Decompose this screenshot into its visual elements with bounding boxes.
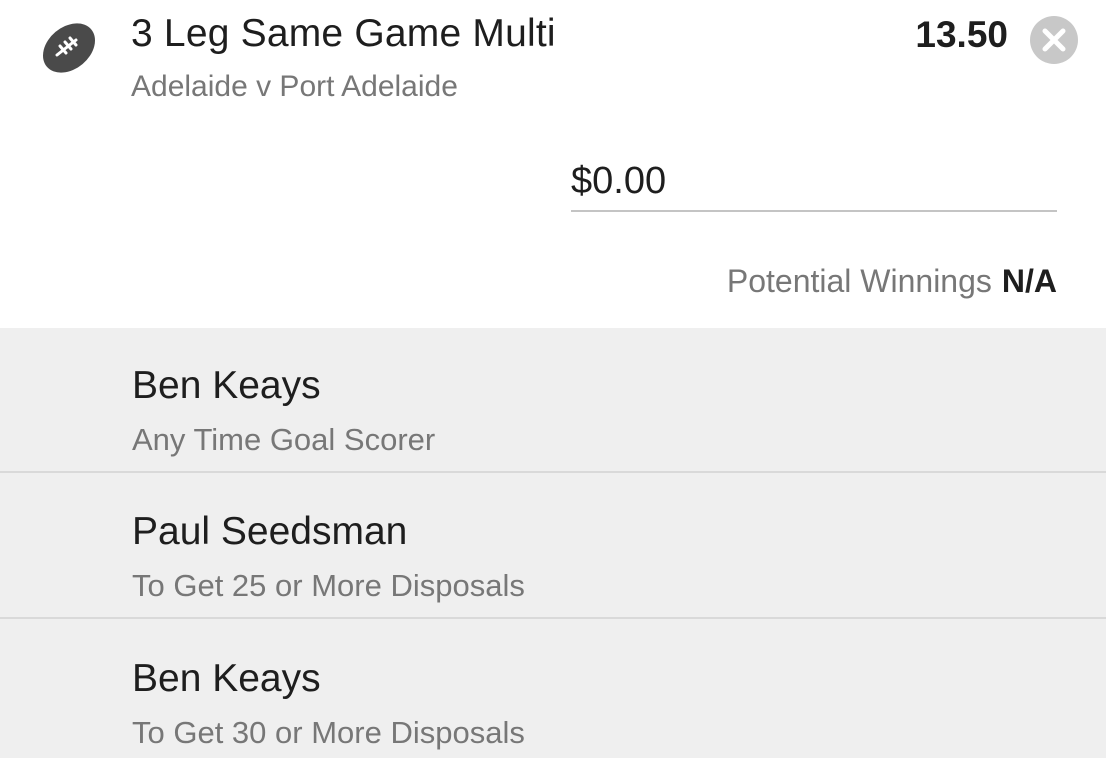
bet-title: 3 Leg Same Game Multi xyxy=(131,12,556,55)
list-item: Paul Seedsman To Get 25 or More Disposal… xyxy=(0,474,1106,619)
close-icon xyxy=(1042,28,1066,52)
leg-market: To Get 30 or More Disposals xyxy=(132,715,525,750)
bet-odds: 13.50 xyxy=(915,14,1008,55)
football-icon xyxy=(38,18,100,78)
bet-header: 3 Leg Same Game Multi Adelaide v Port Ad… xyxy=(0,0,1106,328)
stake-input[interactable] xyxy=(571,152,1057,212)
bet-legs-list: Ben Keays Any Time Goal Scorer Paul Seed… xyxy=(0,328,1106,758)
potential-winnings: Potential Winnings N/A xyxy=(727,263,1057,300)
potential-winnings-label: Potential Winnings xyxy=(726,263,992,299)
leg-market: To Get 25 or More Disposals xyxy=(132,568,525,603)
leg-player-name: Paul Seedsman xyxy=(132,510,408,553)
remove-bet-button[interactable] xyxy=(1030,16,1078,64)
leg-player-name: Ben Keays xyxy=(132,657,321,700)
list-item: Ben Keays Any Time Goal Scorer xyxy=(0,328,1106,473)
leg-market: Any Time Goal Scorer xyxy=(132,422,436,457)
potential-winnings-value: N/A xyxy=(1001,263,1057,299)
list-item: Ben Keays To Get 30 or More Disposals xyxy=(0,621,1106,766)
leg-player-name: Ben Keays xyxy=(132,364,321,407)
bet-event: Adelaide v Port Adelaide xyxy=(131,70,458,103)
